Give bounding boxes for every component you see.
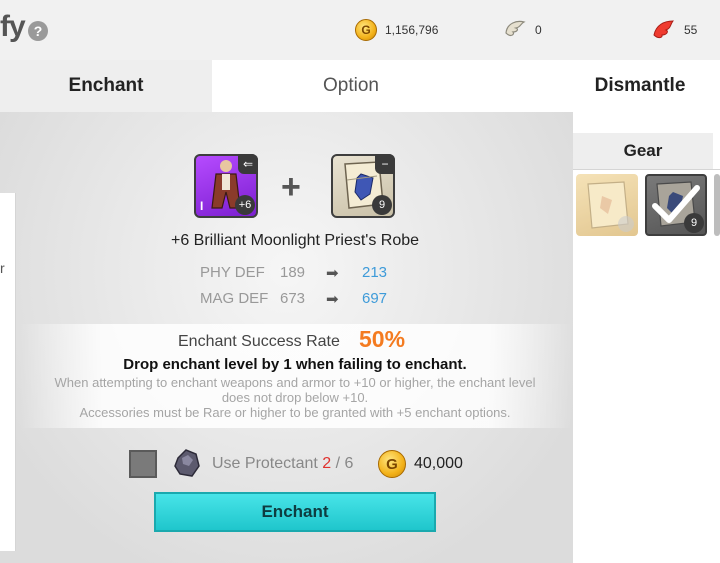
item-name: +6 Brilliant Moonlight Priest's Robe bbox=[170, 232, 420, 249]
success-rate-label: Enchant Success Rate bbox=[178, 333, 340, 350]
gold-amount: 1,156,796 bbox=[385, 23, 439, 37]
tab-option[interactable]: Option bbox=[212, 60, 490, 112]
target-item-slot[interactable]: ⇐ I +6 bbox=[194, 154, 258, 218]
grade-label: I bbox=[200, 199, 204, 213]
protectant-stone-icon bbox=[174, 449, 200, 477]
stat-from: 189 bbox=[280, 264, 306, 281]
stat-to: 697 bbox=[362, 290, 388, 307]
protectant-separator: / bbox=[335, 455, 341, 472]
faded-scroll-icon bbox=[587, 181, 634, 232]
material-count-badge: 9 bbox=[372, 195, 392, 215]
arrow-right-icon: ➡ bbox=[326, 291, 339, 308]
tab-enchant[interactable]: Enchant bbox=[0, 60, 212, 112]
material-item-slot[interactable]: − 9 bbox=[331, 154, 395, 218]
red-feather-icon bbox=[653, 20, 674, 39]
protectant-text: Use Protectant bbox=[212, 455, 318, 472]
wing-currency: 0 bbox=[503, 17, 542, 43]
enchant-level-badge: +6 bbox=[235, 195, 255, 215]
cost-coin-wrap: G bbox=[378, 450, 406, 478]
divider bbox=[573, 169, 720, 170]
stat-label: MAG DEF bbox=[200, 290, 269, 307]
tab-gear[interactable]: Gear bbox=[573, 133, 713, 169]
remove-material-icon[interactable]: − bbox=[375, 154, 395, 174]
stat-row-mag-def: MAG DEF 673 ➡ 697 bbox=[0, 290, 590, 310]
enchant-cost: 40,000 bbox=[414, 455, 463, 472]
success-rate-value: 50% bbox=[359, 326, 406, 352]
failure-penalty-text: Drop enchant level by 1 when failing to … bbox=[123, 356, 467, 373]
protectant-owned: 2 bbox=[322, 455, 332, 472]
stat-row-phy-def: PHY DEF 189 ➡ 213 bbox=[0, 264, 590, 284]
page-title: fy bbox=[0, 10, 26, 43]
feather-currency: 55 bbox=[652, 17, 697, 43]
stat-from: 673 bbox=[280, 290, 306, 307]
top-bar: fy ? G 1,156,796 0 55 bbox=[0, 0, 720, 60]
gear-slot[interactable] bbox=[576, 174, 638, 236]
question-icon[interactable]: ? bbox=[28, 21, 48, 41]
plus-symbol: + bbox=[281, 168, 301, 206]
wing-icon bbox=[505, 20, 526, 37]
gold-currency: G 1,156,796 bbox=[355, 17, 438, 43]
protectant-checkbox[interactable] bbox=[129, 450, 157, 478]
protectant-required: 6 bbox=[344, 455, 354, 472]
wing-amount: 0 bbox=[535, 23, 542, 37]
note-line: Accessories must be Rare or higher to be… bbox=[79, 405, 511, 420]
feather-amount: 55 bbox=[684, 23, 698, 37]
tab-bar: Enchant Option Dismantle bbox=[0, 60, 720, 112]
gear-slot-partial[interactable] bbox=[714, 174, 720, 236]
stat-to: 213 bbox=[362, 264, 388, 281]
unequip-icon[interactable]: ⇐ bbox=[238, 154, 258, 174]
gear-count-badge: 9 bbox=[684, 213, 704, 233]
arrow-right-icon: ➡ bbox=[326, 265, 339, 282]
gold-coin-icon: G bbox=[355, 19, 377, 41]
stat-label: PHY DEF bbox=[200, 264, 265, 281]
gold-coin-icon: G bbox=[378, 450, 406, 478]
protectant-label: Use Protectant 2 / 6 bbox=[212, 455, 353, 473]
tab-dismantle[interactable]: Dismantle bbox=[560, 60, 720, 112]
note-line: When attempting to enchant weapons and a… bbox=[54, 375, 536, 390]
gear-slot-selected[interactable]: 9 bbox=[645, 174, 707, 236]
note-line: does not drop below +10. bbox=[221, 390, 369, 405]
enchant-button[interactable]: Enchant bbox=[154, 492, 436, 532]
